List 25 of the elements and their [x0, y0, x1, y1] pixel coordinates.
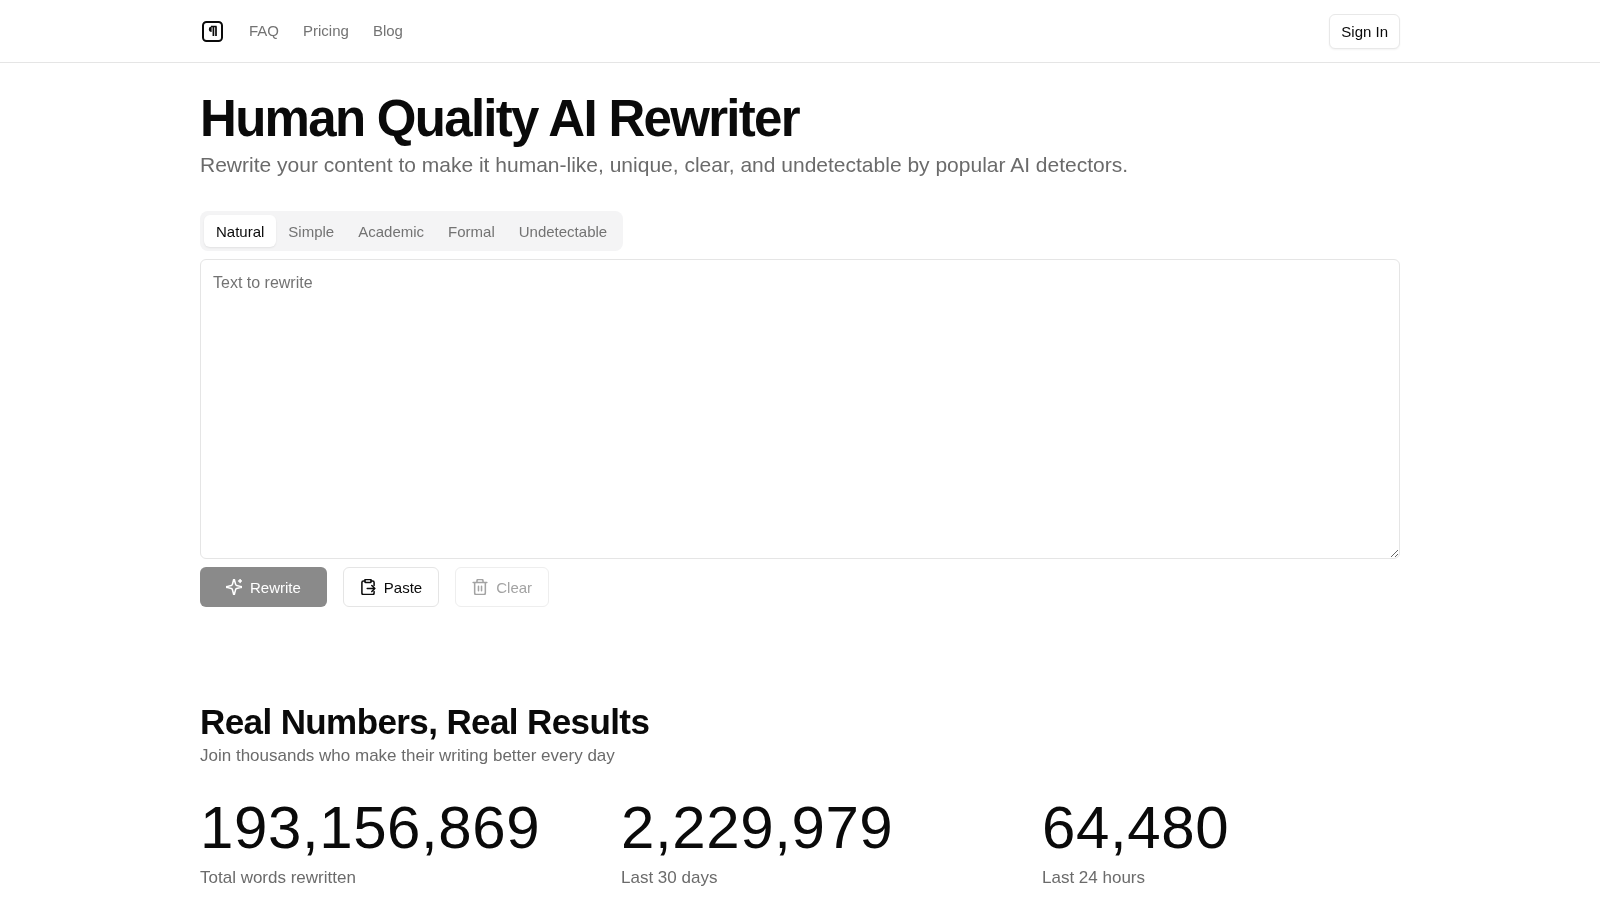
mode-tab[interactable]: Natural — [204, 215, 277, 247]
section-title: Real Numbers, Real Results — [200, 702, 650, 742]
mode-tab[interactable]: Formal — [436, 215, 507, 247]
clipboard-icon — [359, 579, 376, 595]
stat-label: Last 24 hours — [1042, 867, 1145, 889]
sign-in-button[interactable]: Sign In — [1329, 13, 1400, 49]
page-title: Human Quality AI Rewriter — [200, 91, 799, 147]
pilcrow-logo-icon[interactable] — [202, 20, 223, 42]
stat-label: Total words rewritten — [200, 867, 356, 889]
nav-link[interactable]: FAQ — [249, 21, 279, 41]
stat-value: 193,156,869 — [200, 796, 541, 860]
nav-link[interactable]: Blog — [372, 21, 403, 41]
mode-tab[interactable]: Undetectable — [506, 215, 620, 247]
mode-tab[interactable]: Academic — [346, 215, 437, 247]
stat-value: 64,480 — [1042, 796, 1230, 860]
trash-icon — [472, 579, 489, 595]
mode-tab[interactable]: Simple — [276, 215, 347, 247]
sparkles-icon — [226, 579, 242, 595]
action-button[interactable]: Paste — [342, 567, 440, 607]
section-subtitle: Join thousands who make their writing better every day — [200, 745, 615, 767]
nav-link[interactable]: Pricing — [303, 21, 349, 41]
stat-label: Last 30 days — [621, 867, 718, 889]
page-subtitle: Rewrite your content to make it human-like, unique, clear, and undetectable by popular AI detectors. — [200, 152, 1129, 178]
stat-value: 2,229,979 — [621, 796, 894, 860]
text-input-field[interactable]: Text to rewrite — [200, 259, 1400, 559]
